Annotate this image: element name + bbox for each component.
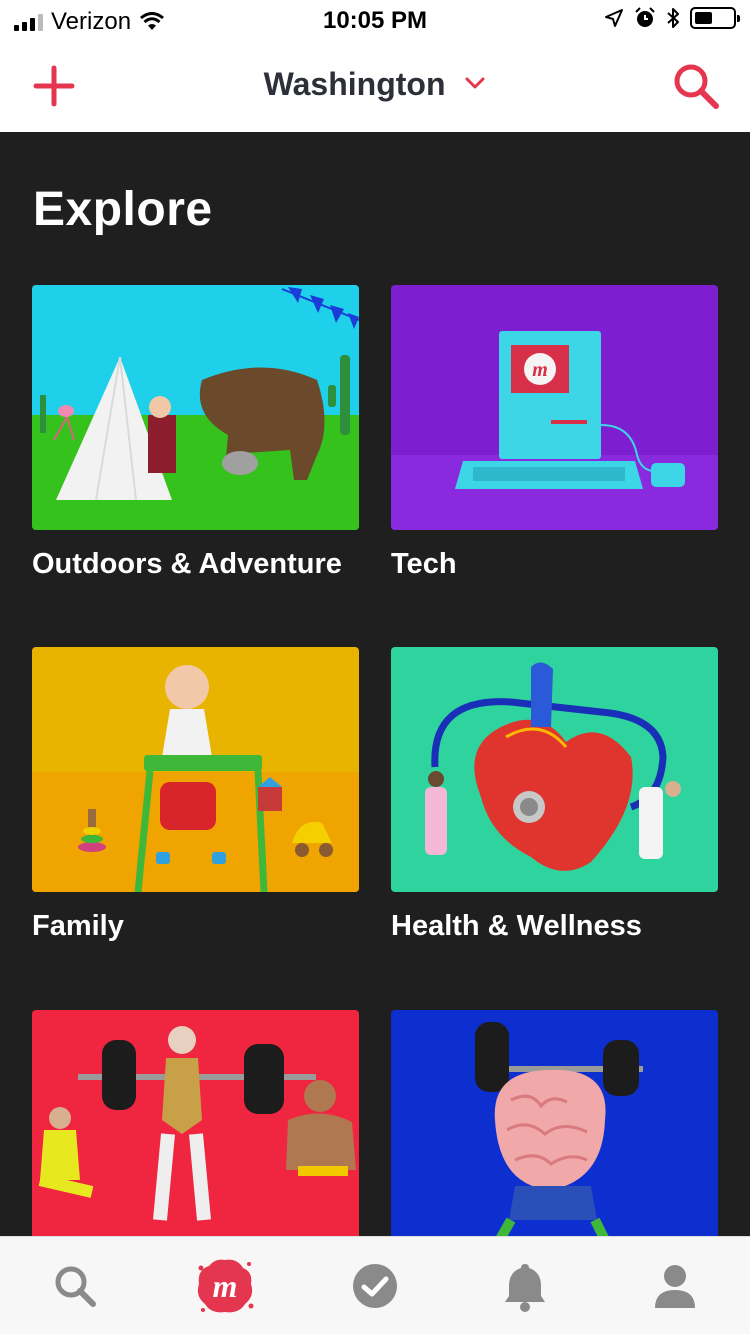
tab-home[interactable]: m xyxy=(185,1246,265,1326)
battery-icon xyxy=(690,7,740,29)
category-card-tech[interactable]: m Tech xyxy=(391,285,718,581)
category-card-family[interactable]: Family xyxy=(32,647,359,943)
tab-bar: m xyxy=(0,1236,750,1334)
bluetooth-icon xyxy=(667,8,679,28)
status-icons xyxy=(604,7,740,29)
location-selector[interactable]: Washington xyxy=(0,66,750,103)
category-card-health[interactable]: Health & Wellness xyxy=(391,647,718,943)
location-name: Washington xyxy=(263,66,446,102)
nav-bar: Washington xyxy=(0,40,750,132)
svg-text:m: m xyxy=(532,359,548,381)
category-card-fitness[interactable] xyxy=(32,1010,359,1236)
category-card-learning[interactable] xyxy=(391,1010,718,1236)
category-image-tech: m xyxy=(391,285,718,530)
tab-notifications[interactable] xyxy=(485,1246,565,1326)
profile-icon xyxy=(655,1264,695,1308)
category-image-family xyxy=(32,647,359,892)
alarm-icon xyxy=(635,7,655,27)
category-image-fitness xyxy=(32,1010,359,1236)
bell-icon xyxy=(505,1263,545,1312)
category-label: Outdoors & Adventure xyxy=(32,548,342,580)
tab-profile[interactable] xyxy=(635,1246,715,1326)
search-icon[interactable] xyxy=(670,60,722,112)
category-image-outdoors xyxy=(32,285,359,530)
meetup-logo-icon: m xyxy=(197,1259,254,1312)
location-arrow-icon xyxy=(605,9,623,27)
category-label: Family xyxy=(32,910,124,942)
category-image-learning xyxy=(391,1010,718,1236)
svg-text:m: m xyxy=(213,1268,238,1304)
tab-search[interactable] xyxy=(35,1246,115,1326)
check-circle-icon xyxy=(353,1263,397,1308)
category-image-health xyxy=(391,647,718,892)
page-title: Explore xyxy=(33,183,213,236)
chevron-down-icon xyxy=(465,77,485,89)
search-icon xyxy=(55,1266,96,1307)
tab-calendar[interactable] xyxy=(335,1246,415,1326)
explore-content[interactable]: Explore Outdoors & Adventure m Tech Fami… xyxy=(0,132,750,1236)
category-label: Tech xyxy=(391,548,457,580)
category-card-outdoors[interactable]: Outdoors & Adventure xyxy=(32,285,359,581)
category-label: Health & Wellness xyxy=(391,910,642,942)
status-bar: Verizon 10:05 PM xyxy=(0,0,750,40)
